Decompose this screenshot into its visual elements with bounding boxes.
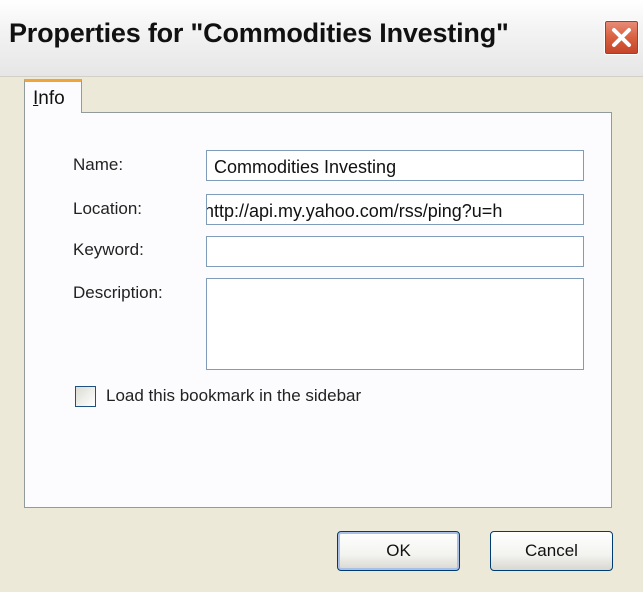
title-bar[interactable]: Properties for "Commodities Investing" [0,0,643,77]
location-label: Location: [73,199,142,218]
keyword-field[interactable] [206,236,584,267]
tab-info[interactable]: Info [24,79,82,113]
dialog-title: Properties for "Commodities Investing" [9,18,509,48]
sidebar-checkbox-label[interactable]: Load this bookmark in the sidebar [106,386,361,406]
name-field[interactable]: Commodities Investing [206,150,584,181]
close-icon [612,28,631,47]
keyword-label: Keyword: [73,240,144,259]
close-button[interactable] [604,20,639,55]
ok-button[interactable]: OK [337,531,460,571]
description-field[interactable] [206,278,584,370]
sidebar-checkbox[interactable] [75,386,96,407]
name-label: Name: [73,155,124,174]
tab-info-label: nfo [38,88,65,109]
cancel-button[interactable]: Cancel [490,531,613,571]
description-label: Description: [73,283,163,302]
location-field[interactable]: nttp://api.my.yahoo.com/rss/ping?u=h [206,194,584,225]
